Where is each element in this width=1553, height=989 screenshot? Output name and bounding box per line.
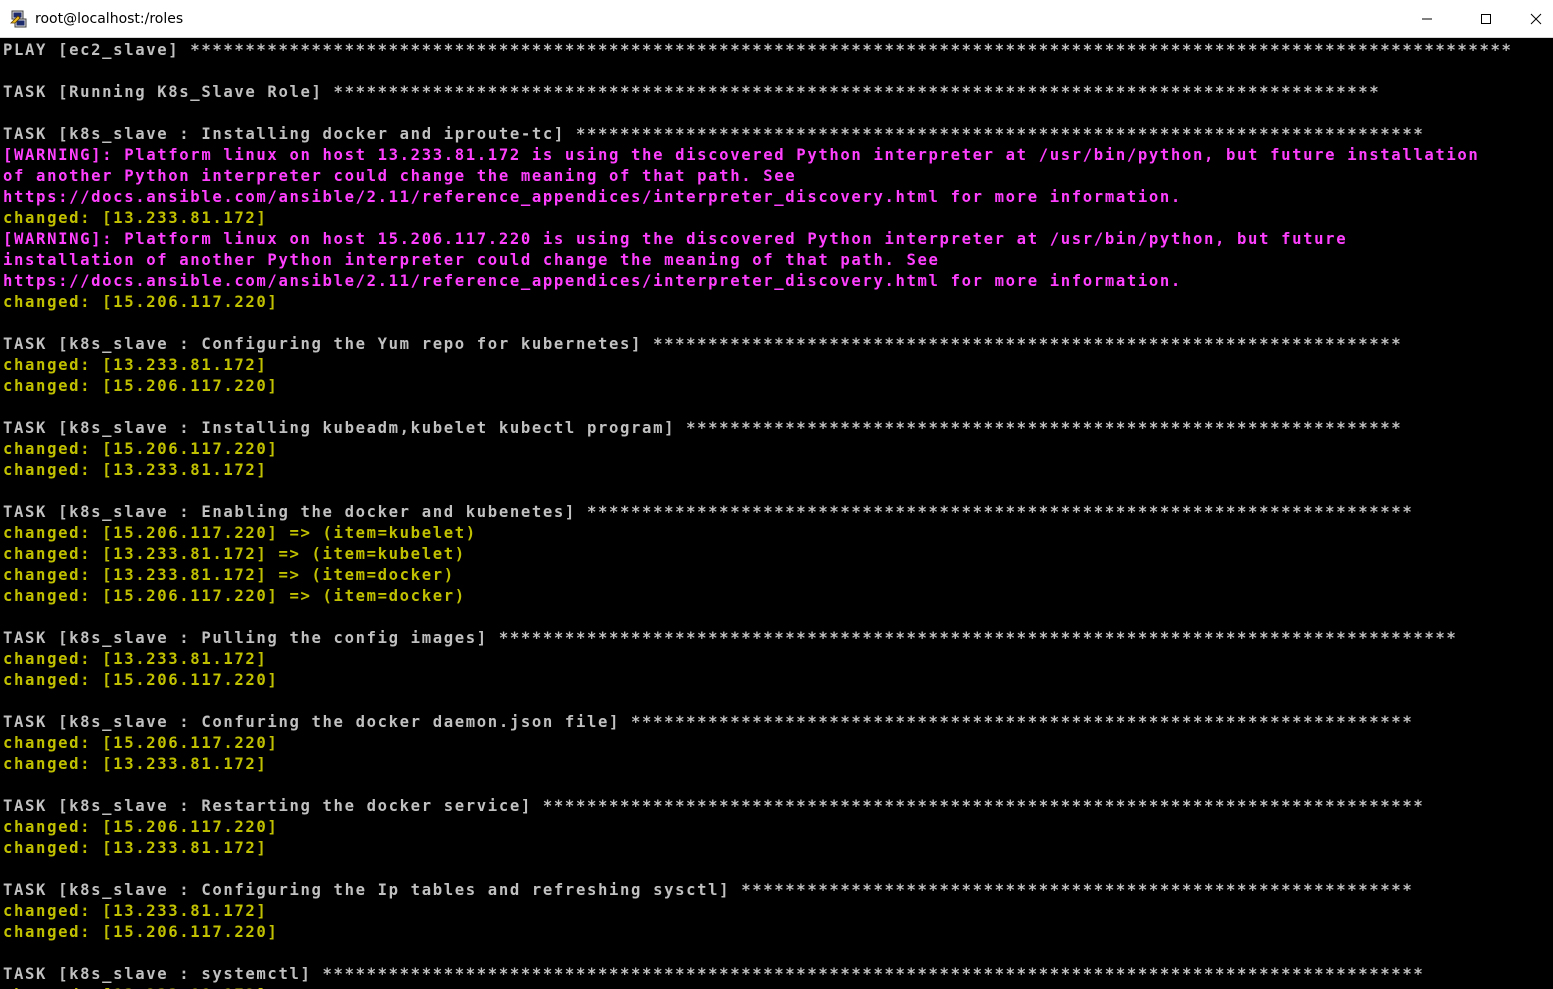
output-line: TASK [k8s_slave : Installing docker and … (3, 125, 1425, 143)
terminal-output[interactable]: PLAY [ec2_slave] ***********************… (0, 38, 1553, 989)
minimize-button[interactable] (1404, 0, 1450, 37)
changed-line: changed: [15.206.117.220] (3, 671, 279, 689)
close-icon (1530, 13, 1541, 24)
output-line: TASK [k8s_slave : Configuring the Ip tab… (3, 881, 1414, 899)
output-line: TASK [k8s_slave : Pulling the config ima… (3, 629, 1458, 647)
warning-line: [WARNING]: Platform linux on host 13.233… (3, 146, 1480, 164)
output-line: TASK [k8s_slave : systemctl] ***********… (3, 965, 1425, 983)
changed-line: changed: [13.233.81.172] (3, 461, 268, 479)
warning-line: installation of another Python interpret… (3, 251, 940, 269)
output-line: TASK [k8s_slave : Installing kubeadm,kub… (3, 419, 1403, 437)
changed-line: changed: [13.233.81.172] (3, 839, 268, 857)
warning-line: https://docs.ansible.com/ansible/2.11/re… (3, 272, 1182, 290)
output-line: TASK [k8s_slave : Restarting the docker … (3, 797, 1425, 815)
changed-line: changed: [13.233.81.172] (3, 902, 268, 920)
changed-line: changed: [15.206.117.220] (3, 818, 279, 836)
close-button[interactable] (1518, 0, 1553, 37)
window-title: root@localhost:/roles (35, 11, 184, 27)
output-line: TASK [k8s_slave : Confuring the docker d… (3, 713, 1414, 731)
output-line: TASK [Running K8s_Slave Role] **********… (3, 83, 1381, 101)
terminal-window: root@localhost:/roles PLAY [ec2_slave] *… (0, 0, 1553, 989)
output-line: TASK [k8s_slave : Configuring the Yum re… (3, 335, 1403, 353)
changed-line: changed: [15.206.117.220] => (item=kubel… (3, 524, 477, 542)
changed-line: changed: [13.233.81.172] => (item=docker… (3, 566, 455, 584)
output-line: PLAY [ec2_slave] ***********************… (3, 41, 1513, 59)
changed-line: changed: [13.233.81.172] (3, 209, 268, 227)
changed-line: changed: [13.233.81.172] (3, 650, 268, 668)
changed-line: changed: [13.233.81.172] (3, 755, 268, 773)
changed-line: changed: [15.206.117.220] (3, 293, 279, 311)
title-bar[interactable]: root@localhost:/roles (0, 0, 1553, 38)
changed-line: changed: [15.206.117.220] (3, 923, 279, 941)
minimize-icon (1422, 18, 1432, 19)
changed-line: changed: [13.233.81.172] => (item=kubele… (3, 545, 466, 563)
warning-line: https://docs.ansible.com/ansible/2.11/re… (3, 188, 1182, 206)
warning-line: of another Python interpreter could chan… (3, 167, 797, 185)
changed-line: changed: [13.233.81.172] (3, 356, 268, 374)
putty-terminal-icon[interactable] (9, 9, 29, 29)
changed-line: changed: [15.206.117.220] (3, 734, 279, 752)
maximize-button[interactable] (1463, 0, 1509, 37)
changed-line: changed: [15.206.117.220] (3, 377, 279, 395)
changed-line: changed: [15.206.117.220] => (item=docke… (3, 587, 466, 605)
output-line: TASK [k8s_slave : Enabling the docker an… (3, 503, 1414, 521)
changed-line: changed: [13.233.81.172] (3, 985, 1553, 989)
warning-line: [WARNING]: Platform linux on host 15.206… (3, 230, 1348, 248)
changed-line: changed: [15.206.117.220] (3, 440, 279, 458)
maximize-icon (1481, 13, 1491, 24)
